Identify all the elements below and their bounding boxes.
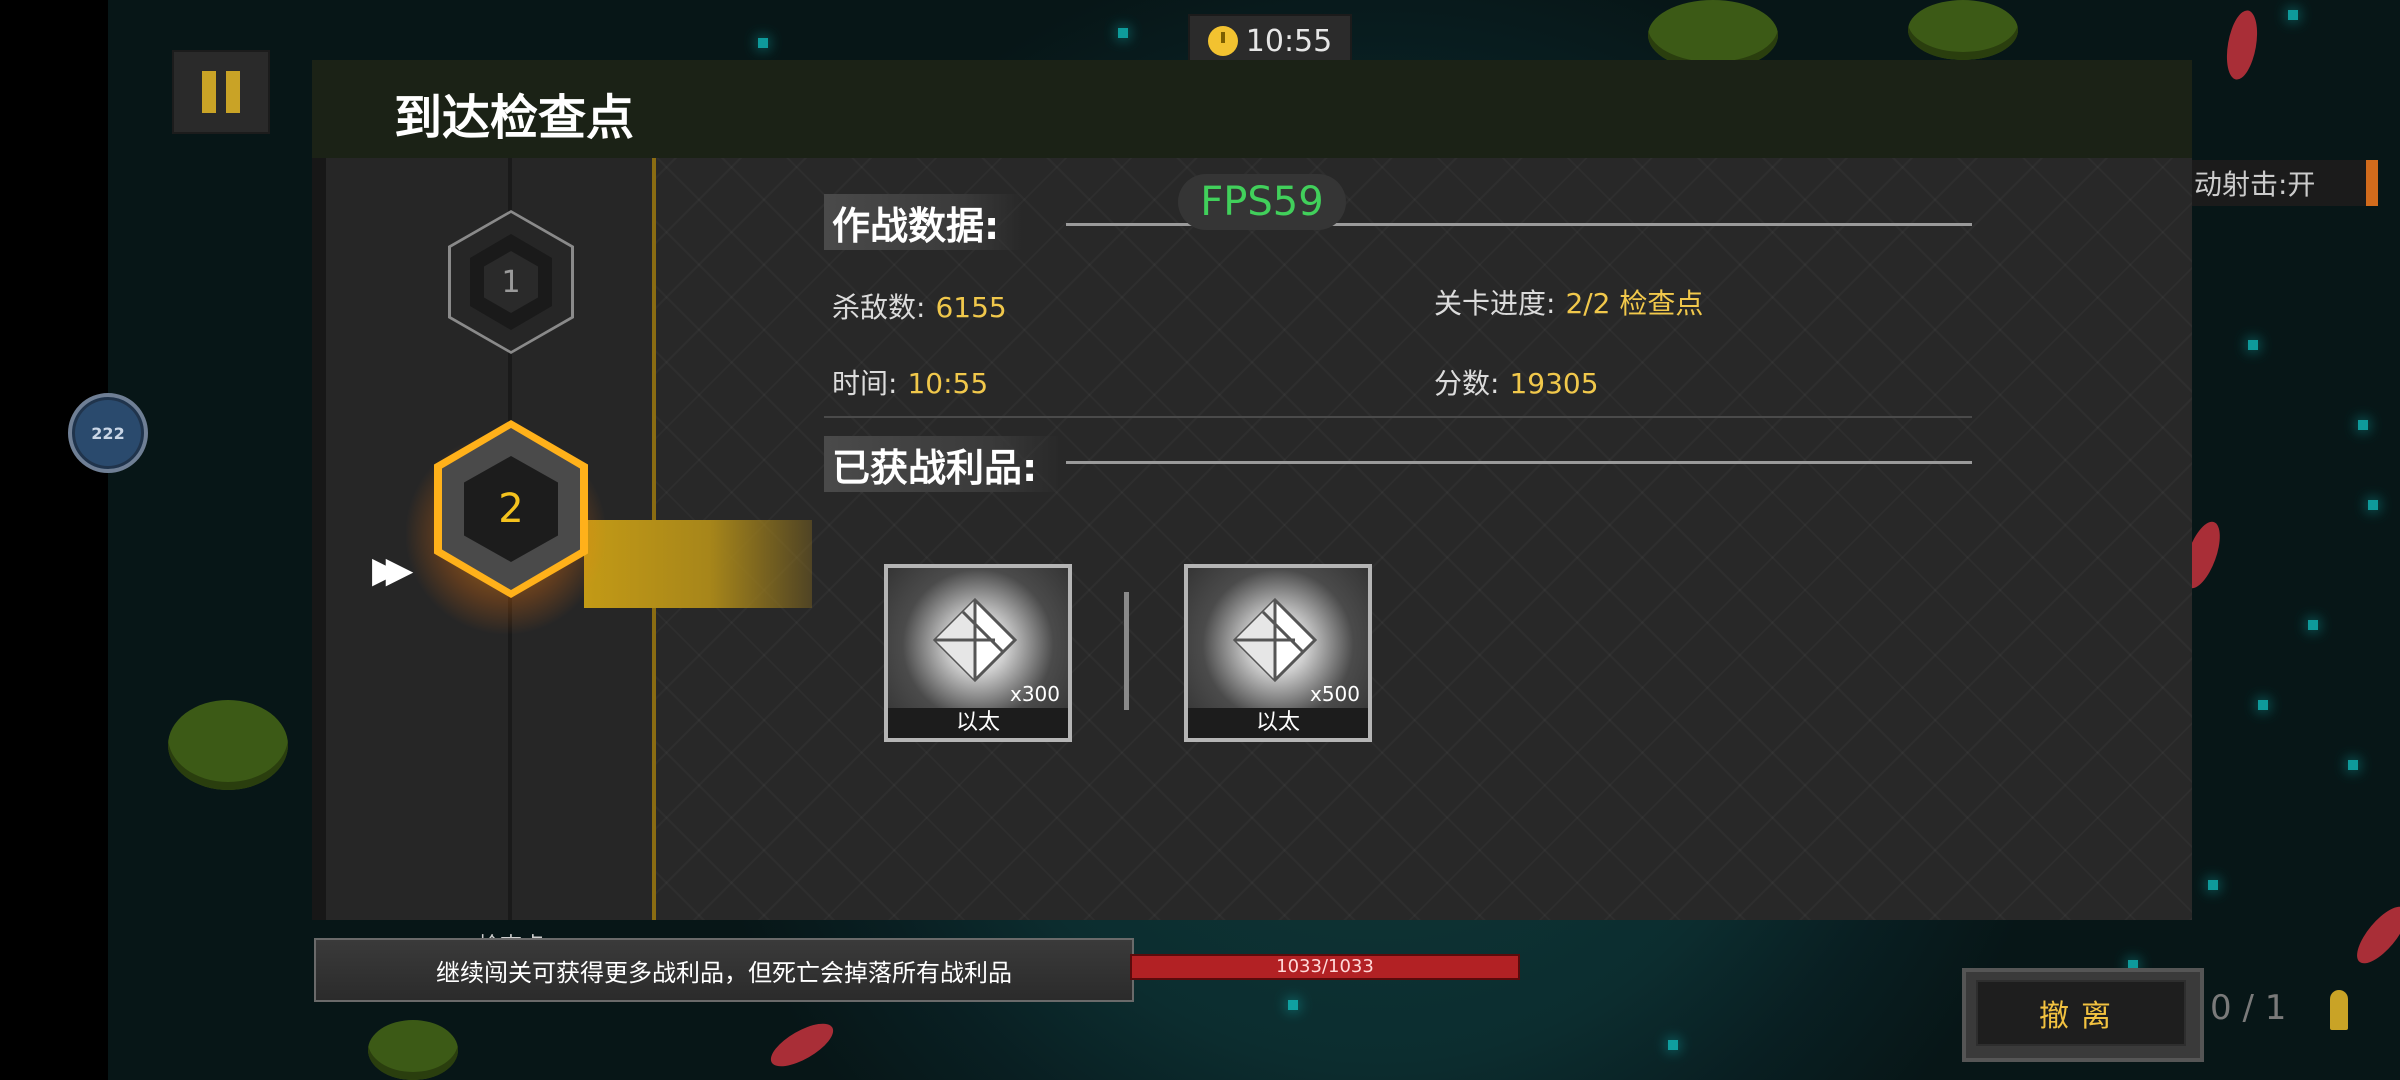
current-checkpoint-highlight	[584, 520, 812, 608]
progress-stat: 关卡进度: 2/2 检查点	[1434, 282, 1703, 322]
time-label: 时间:	[832, 367, 898, 400]
kills-value: 6155	[935, 291, 1007, 324]
evacuate-button[interactable]: 撤离	[1962, 968, 2204, 1062]
buff-icon[interactable]: 222	[68, 393, 148, 473]
score-stat: 分数: 19305	[1434, 362, 1599, 402]
loot-heading: 已获战利品:	[824, 436, 1062, 492]
buff-label: 222	[91, 423, 125, 443]
ether-crystal-icon	[1233, 598, 1317, 682]
ammo-current: 0	[2210, 988, 2232, 1028]
time-value: 10:55	[907, 367, 989, 400]
pause-icon-bar	[226, 71, 240, 113]
score-value: 19305	[1509, 367, 1599, 400]
loot-separator	[1124, 592, 1129, 710]
progress-value: 2/2 检查点	[1565, 287, 1704, 320]
stats-divider	[824, 416, 1972, 418]
ammo-max: 1	[2264, 988, 2287, 1028]
checkpoint-sidebar: 1 2 ▶▶ 检查点	[312, 158, 812, 959]
loot-item-2[interactable]: x500 以太	[1184, 564, 1372, 742]
clock-icon	[1207, 26, 1238, 56]
loot-qty: x500	[1309, 682, 1360, 706]
combat-data-title: 作战数据:	[824, 194, 1024, 250]
loot-qty: x300	[1009, 682, 1060, 706]
pause-icon	[202, 71, 216, 113]
kills-stat: 杀敌数: 6155	[832, 286, 1007, 326]
loot-item-1[interactable]: x300 以太	[884, 564, 1072, 742]
warning-tip: 继续闯关可获得更多战利品，但死亡会掉落所有战利品	[314, 938, 1134, 1002]
dialog-title: 到达检查点	[394, 90, 635, 146]
time-stat: 时间: 10:55	[832, 362, 988, 402]
dialog-header: 到达检查点	[312, 60, 2192, 158]
score-label: 分数:	[1434, 367, 1500, 400]
progress-label: 关卡进度:	[1434, 287, 1556, 320]
fps-counter: FPS59	[1178, 174, 1346, 230]
timer-text: 10:55	[1245, 23, 1333, 59]
evacuate-label: 撤离	[1976, 980, 2186, 1046]
ether-crystal-icon	[933, 598, 1017, 682]
combat-data-heading: 作战数据:	[824, 194, 1024, 250]
auto-fire-label: 动射击:开	[2194, 168, 2316, 201]
checkpoint-node-1[interactable]: 1	[448, 210, 574, 354]
kills-label: 杀敌数:	[832, 291, 926, 324]
loot-title: 已获战利品:	[824, 436, 1062, 492]
loot-rule	[1066, 461, 1972, 464]
loot-name: 以太	[1188, 708, 1368, 738]
hp-text: 1033/1033	[1276, 956, 1374, 977]
checkpoint-number: 1	[484, 251, 538, 313]
hp-bar: 1033/1033	[1130, 954, 1520, 980]
double-arrow-icon: ▶▶	[372, 550, 414, 591]
loot-name: 以太	[888, 708, 1068, 738]
pause-button[interactable]	[172, 50, 270, 134]
ammo-counter: 0 / 1	[2210, 988, 2286, 1028]
ammo-separator: /	[2242, 988, 2254, 1028]
auto-fire-toggle[interactable]: 动射击:开	[2188, 160, 2378, 206]
bullet-icon	[2330, 990, 2348, 1030]
left-black-band	[0, 0, 108, 1080]
